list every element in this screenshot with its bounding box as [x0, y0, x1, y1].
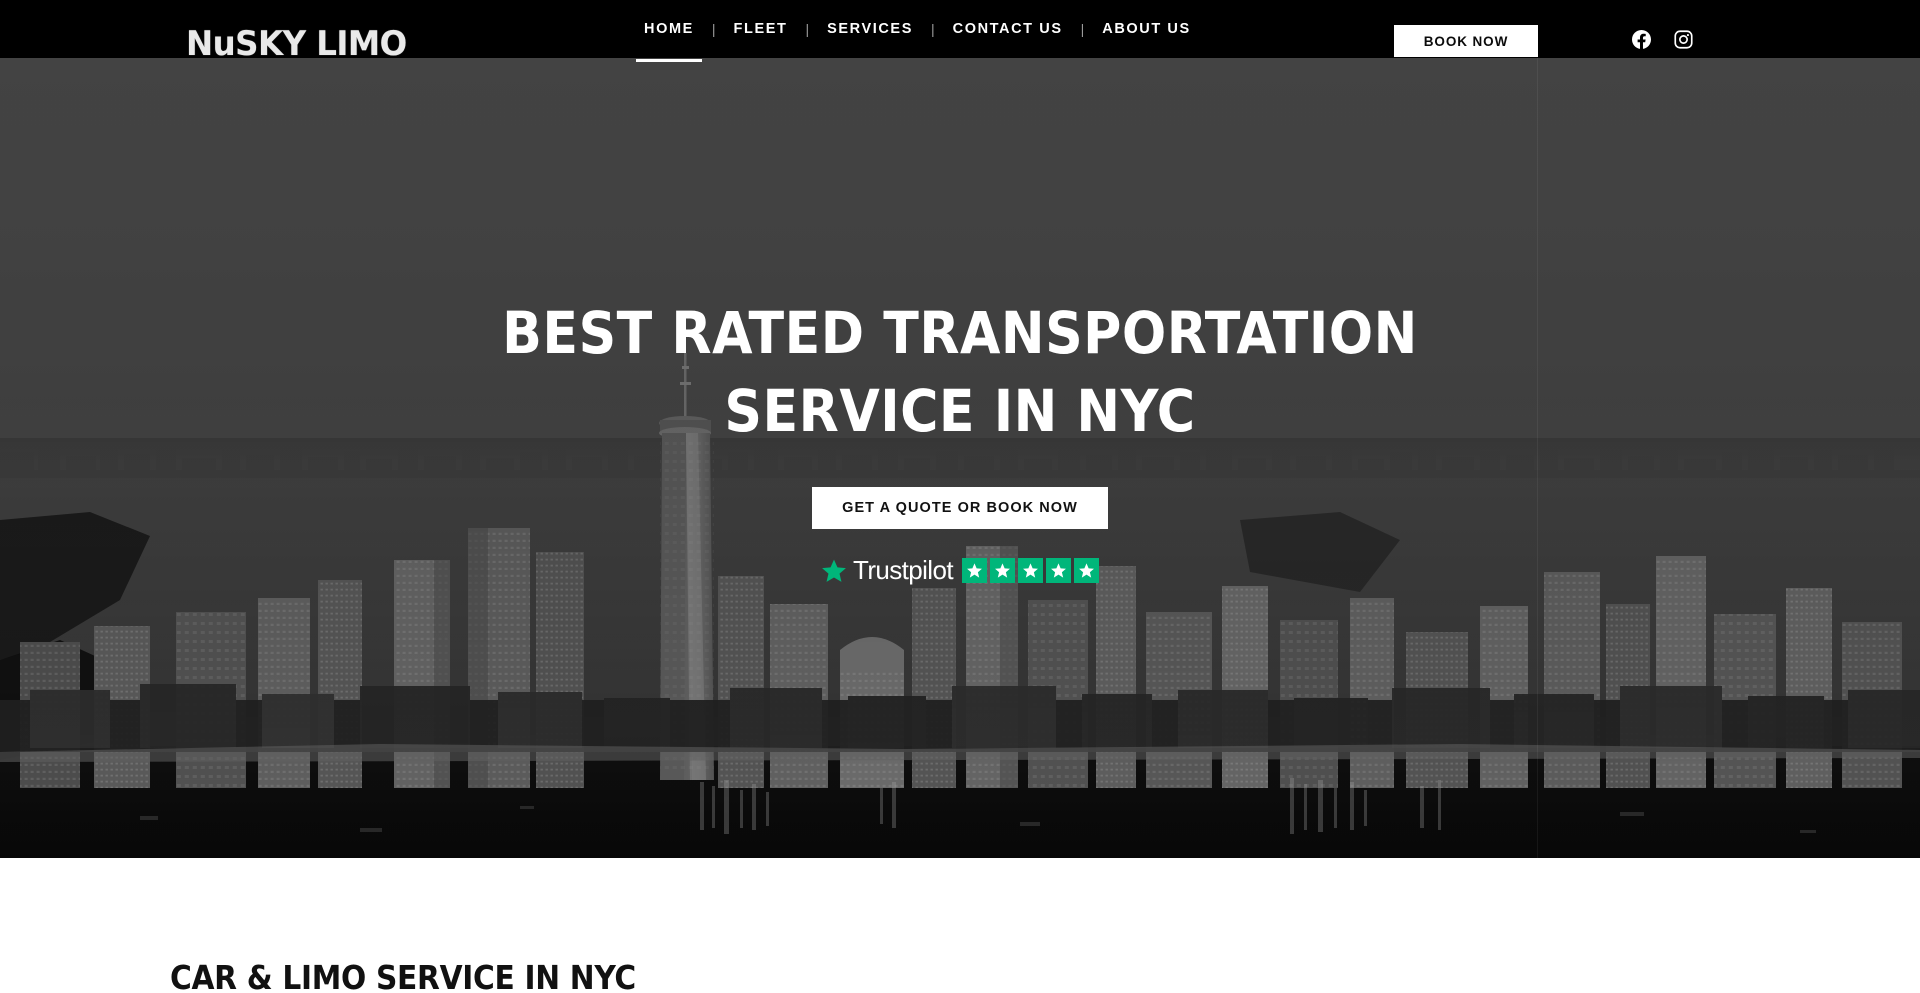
book-now-button[interactable]: BOOK NOW — [1394, 25, 1538, 57]
nav-item-home[interactable]: HOME — [636, 21, 702, 62]
hero-section: BEST RATED TRANSPORTATION SERVICE IN NYC… — [0, 0, 1920, 858]
social-links — [1632, 30, 1693, 49]
hero-headline-line-1: BEST RATED TRANSPORTATION — [502, 299, 1418, 367]
nav-item-about-us[interactable]: ABOUT US — [1098, 21, 1195, 37]
hero-headline: BEST RATED TRANSPORTATION SERVICE IN NYC — [0, 294, 1920, 450]
site-logo[interactable]: NuSKY LIMO — [186, 24, 407, 64]
trustpilot-rating[interactable]: Trustpilot — [0, 555, 1920, 586]
get-a-quote-button[interactable]: GET A QUOTE OR BOOK NOW — [812, 487, 1108, 529]
star-filled-3 — [1017, 558, 1043, 583]
content-section: CAR & LIMO SERVICE IN NYC — [0, 858, 1920, 993]
nav-separator: | — [1080, 21, 1085, 37]
hero-content: BEST RATED TRANSPORTATION SERVICE IN NYC… — [0, 0, 1920, 586]
trustpilot-stars — [961, 558, 1099, 583]
star-filled-1 — [961, 558, 987, 583]
star-filled-5 — [1073, 558, 1099, 583]
trustpilot-logo: Trustpilot — [821, 555, 954, 586]
instagram-icon[interactable] — [1674, 30, 1693, 49]
section-heading: CAR & LIMO SERVICE IN NYC — [170, 958, 636, 993]
facebook-icon[interactable] — [1632, 30, 1651, 49]
nav-separator: | — [805, 21, 810, 37]
nav-item-contact-us[interactable]: CONTACT US — [949, 21, 1067, 37]
nav-separator: | — [930, 21, 935, 37]
star-filled-2 — [989, 558, 1015, 583]
hero-headline-line-2: SERVICE IN NYC — [724, 377, 1196, 445]
trustpilot-star-icon — [822, 559, 846, 582]
page-root: BEST RATED TRANSPORTATION SERVICE IN NYC… — [0, 0, 1920, 993]
nav-item-fleet[interactable]: FLEET — [730, 21, 792, 37]
star-filled-4 — [1045, 558, 1071, 583]
nav-item-services[interactable]: SERVICES — [823, 21, 917, 37]
main-navigation: HOME | FLEET | SERVICES | CONTACT US | A… — [636, 0, 1195, 62]
trustpilot-wordmark: Trustpilot — [853, 555, 954, 585]
nav-separator: | — [711, 21, 716, 37]
